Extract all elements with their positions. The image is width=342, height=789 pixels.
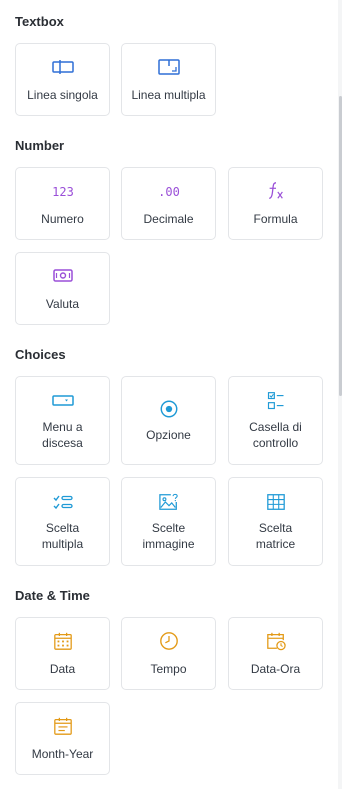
field-label: Data bbox=[49, 661, 76, 676]
field-label: Menu a discesa bbox=[42, 419, 83, 450]
field-label: Linea singola bbox=[27, 87, 98, 102]
clock-icon bbox=[159, 631, 178, 650]
field-label: Scelta multipla bbox=[41, 520, 84, 551]
field-decimal[interactable]: .00 Decimale bbox=[121, 167, 216, 240]
field-label: Formula bbox=[253, 211, 298, 226]
field-time[interactable]: Tempo bbox=[121, 617, 216, 690]
field-radio[interactable]: Opzione bbox=[121, 376, 216, 465]
field-label: Valuta bbox=[45, 296, 80, 311]
field-label: Scelte immagine bbox=[142, 520, 195, 551]
field-label: Tempo bbox=[150, 661, 187, 676]
single-line-icon bbox=[51, 59, 74, 74]
field-dropdown[interactable]: Menu a discesa bbox=[15, 376, 110, 465]
checkbox-icon bbox=[267, 391, 283, 409]
scrollbar-track[interactable] bbox=[338, 0, 342, 789]
field-currency[interactable]: Valuta bbox=[15, 252, 110, 325]
dropdown-icon bbox=[51, 394, 74, 406]
field-formula[interactable]: Formula bbox=[228, 167, 323, 240]
datetime-icon bbox=[266, 632, 286, 650]
svg-text:123: 123 bbox=[52, 185, 74, 199]
field-label: Scelta matrice bbox=[255, 520, 296, 551]
field-number[interactable]: 123 Numero bbox=[15, 167, 110, 240]
radio-icon bbox=[160, 400, 177, 417]
field-date[interactable]: Data bbox=[15, 617, 110, 690]
multi-line-icon bbox=[157, 58, 180, 75]
multiple-choice-icon bbox=[53, 495, 73, 509]
field-label: Casella di controllo bbox=[249, 419, 302, 450]
field-label: Numero bbox=[41, 211, 84, 226]
field-multi-line[interactable]: Linea multipla bbox=[121, 43, 216, 116]
section-title-date-time: Date & Time bbox=[15, 588, 90, 603]
number-icon: 123 bbox=[52, 185, 74, 199]
field-single-line[interactable]: Linea singola bbox=[15, 43, 110, 116]
field-palette: Textbox Linea singola Linea multipla Num… bbox=[0, 0, 338, 789]
field-label: Month-Year bbox=[31, 746, 94, 761]
image-choice-icon bbox=[158, 493, 178, 510]
field-datetime[interactable]: Data-Ora bbox=[228, 617, 323, 690]
decimal-icon: .00 bbox=[158, 185, 180, 199]
field-label: Data-Ora bbox=[250, 661, 301, 676]
section-title-choices: Choices bbox=[15, 347, 66, 362]
field-month-year[interactable]: Month-Year bbox=[15, 702, 110, 775]
field-label: Linea multipla bbox=[131, 87, 206, 102]
field-label: Decimale bbox=[143, 211, 194, 226]
month-year-icon bbox=[53, 717, 72, 735]
field-matrix[interactable]: Scelta matrice bbox=[228, 477, 323, 566]
formula-icon bbox=[268, 181, 283, 199]
currency-icon bbox=[52, 268, 73, 282]
field-checkbox[interactable]: Casella di controllo bbox=[228, 376, 323, 465]
section-title-number: Number bbox=[15, 138, 65, 153]
field-label: Opzione bbox=[146, 427, 191, 442]
field-image-choice[interactable]: Scelte immagine bbox=[121, 477, 216, 566]
calendar-icon bbox=[53, 632, 72, 650]
section-title-textbox: Textbox bbox=[15, 14, 64, 29]
field-multiple-choice[interactable]: Scelta multipla bbox=[15, 477, 110, 566]
matrix-icon bbox=[266, 493, 285, 510]
svg-text:.00: .00 bbox=[158, 185, 180, 199]
